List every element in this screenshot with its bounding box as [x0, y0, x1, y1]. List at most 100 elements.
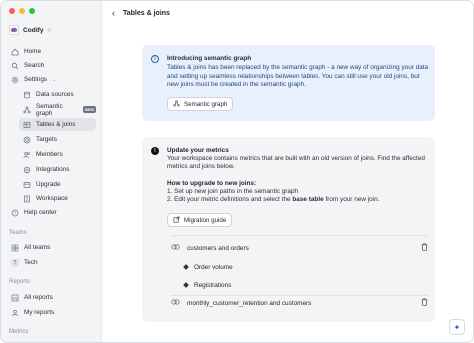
- teams-icon: [11, 244, 19, 252]
- join-row[interactable]: monthly_customer_retention and customers: [171, 297, 428, 309]
- sidebar-item-workspace[interactable]: Workspace: [19, 192, 96, 205]
- join-row[interactable]: customers and orders: [171, 242, 428, 254]
- new-badge: NEW: [82, 106, 96, 113]
- step-2-bold: base table: [292, 196, 324, 204]
- join-icon: [171, 244, 181, 252]
- sidebar-item-label: Targets: [36, 136, 57, 143]
- step-1: 1. Set up new join paths in the semantic…: [167, 188, 299, 195]
- sidebar-item-semantic-graph[interactable]: Semantic graph NEW: [19, 102, 96, 117]
- alert-icon: !: [151, 147, 159, 155]
- back-arrow-icon[interactable]: ‹: [112, 8, 115, 18]
- step-2-suffix: from your new join.: [323, 196, 380, 204]
- sidebar-item-data-sources[interactable]: Data sources: [19, 88, 96, 101]
- window-controls: [9, 8, 35, 14]
- semantic-graph-info-banner: i Introducing semantic graph Tables & jo…: [142, 45, 435, 121]
- workspace-name: Codify: [23, 26, 44, 34]
- sparkle-icon: ✦: [453, 322, 461, 332]
- members-icon: [23, 151, 31, 159]
- howto-heading: How to upgrade to new joins:: [167, 180, 257, 187]
- sidebar-item-label: Data sources: [36, 91, 74, 98]
- migration-guide-label: Migration guide: [184, 216, 227, 224]
- metrics-section-label: Metrics: [9, 329, 29, 335]
- sidebar-item-label: Integrations: [36, 166, 70, 173]
- step-2-prefix: 2. Edit your metric definitions and sele…: [167, 196, 293, 204]
- step-2: 2. Edit your metric definitions and sele…: [167, 196, 427, 204]
- metric-row[interactable]: Order volume: [183, 261, 233, 273]
- external-link-icon: [173, 216, 180, 225]
- home-icon: [11, 48, 19, 56]
- chevron-down-icon: ⌄: [52, 76, 57, 83]
- page-title: Tables & joins: [123, 9, 170, 17]
- team-tag: T: [11, 258, 19, 267]
- upgrade-icon: [23, 181, 31, 189]
- metrics-title: Update your metrics: [167, 147, 229, 154]
- join-icon: [171, 299, 181, 307]
- info-icon: i: [151, 55, 159, 63]
- app-window: Codify ◇ Home Search Settings ⌄ Data sou…: [0, 0, 474, 343]
- sidebar-item-upgrade[interactable]: Upgrade: [19, 178, 96, 191]
- info-title: Introducing semantic graph: [167, 55, 252, 62]
- metric-diamond-icon: [183, 264, 189, 270]
- upgrade-steps: 1. Set up new join paths in the semantic…: [167, 188, 427, 205]
- sidebar-item-label: Workspace: [36, 195, 68, 202]
- divider: [171, 295, 428, 296]
- search-icon: [11, 62, 19, 70]
- sidebar-item-label: All teams: [24, 244, 51, 251]
- semantic-graph-button-label: Semantic graph: [184, 100, 228, 108]
- metrics-text: Your workspace contains metrics that are…: [167, 155, 425, 171]
- metric-row[interactable]: Registrations: [183, 279, 232, 291]
- sidebar-item-search[interactable]: Search: [7, 59, 96, 72]
- join-name: customers and orders: [187, 244, 249, 252]
- sidebar-item-all-reports[interactable]: All reports: [7, 291, 96, 304]
- graph-icon: [23, 105, 31, 114]
- chevron-updown-icon: ◇: [47, 27, 52, 33]
- sidebar-item-members[interactable]: Members: [19, 148, 96, 161]
- teams-section-label: Teams: [9, 230, 27, 236]
- sidebar-item-targets[interactable]: Targets: [19, 133, 96, 146]
- semantic-graph-button[interactable]: Semantic graph: [167, 97, 234, 111]
- workspace-logo-icon: [9, 25, 19, 35]
- sidebar-item-label: Help center: [24, 209, 57, 216]
- main-content: ‹ Tables & joins i Introducing semantic …: [102, 1, 473, 342]
- sidebar-item-label: Semantic graph: [36, 102, 63, 117]
- sidebar-item-settings[interactable]: Settings ⌄: [7, 73, 96, 86]
- page-header: ‹ Tables & joins: [112, 8, 170, 18]
- sidebar-item-label: Tech: [24, 259, 38, 266]
- maximize-window-button[interactable]: [29, 8, 35, 14]
- trash-icon[interactable]: [421, 243, 428, 253]
- close-window-button[interactable]: [9, 8, 15, 14]
- my-reports-icon: [11, 309, 19, 317]
- metric-diamond-icon: [183, 282, 189, 288]
- integrations-icon: [23, 166, 31, 174]
- sidebar-item-my-reports[interactable]: My reports: [7, 306, 96, 319]
- table-icon: [23, 121, 31, 129]
- sidebar-item-integrations[interactable]: Integrations: [19, 163, 96, 176]
- reports-icon: [11, 294, 19, 302]
- sidebar-item-label: Tables & joins: [36, 121, 76, 128]
- divider: [171, 235, 428, 236]
- trash-icon[interactable]: [421, 298, 428, 308]
- svg-text:?: ?: [14, 210, 17, 215]
- graph-icon: [173, 99, 180, 109]
- sidebar-item-label: Settings: [24, 76, 48, 83]
- sidebar-item-help-center[interactable]: ? Help center: [7, 206, 96, 219]
- target-icon: [23, 136, 31, 144]
- workspace-icon: [23, 195, 31, 203]
- sidebar-item-tables-joins[interactable]: Tables & joins: [19, 118, 96, 131]
- sidebar-item-label: Upgrade: [36, 181, 61, 188]
- metric-name: Registrations: [194, 281, 232, 289]
- info-text: Tables & joins has been replaced by the …: [167, 64, 429, 89]
- sidebar-item-all-teams[interactable]: All teams: [7, 241, 96, 254]
- sidebar-item-label: Home: [24, 48, 42, 55]
- migration-guide-button[interactable]: Migration guide: [167, 213, 233, 227]
- ai-assistant-sparkle-button[interactable]: ✦: [449, 319, 465, 335]
- reports-section-label: Reports: [9, 279, 31, 285]
- help-icon: ?: [11, 209, 19, 217]
- sidebar-item-tech[interactable]: T Tech: [7, 256, 96, 269]
- minimize-window-button[interactable]: [19, 8, 25, 14]
- sidebar-item-label: My reports: [24, 309, 55, 316]
- sidebar-item-home[interactable]: Home: [7, 45, 96, 58]
- sidebar-item-label: All reports: [24, 294, 53, 301]
- database-icon: [23, 91, 31, 99]
- workspace-switcher[interactable]: Codify ◇: [9, 25, 51, 35]
